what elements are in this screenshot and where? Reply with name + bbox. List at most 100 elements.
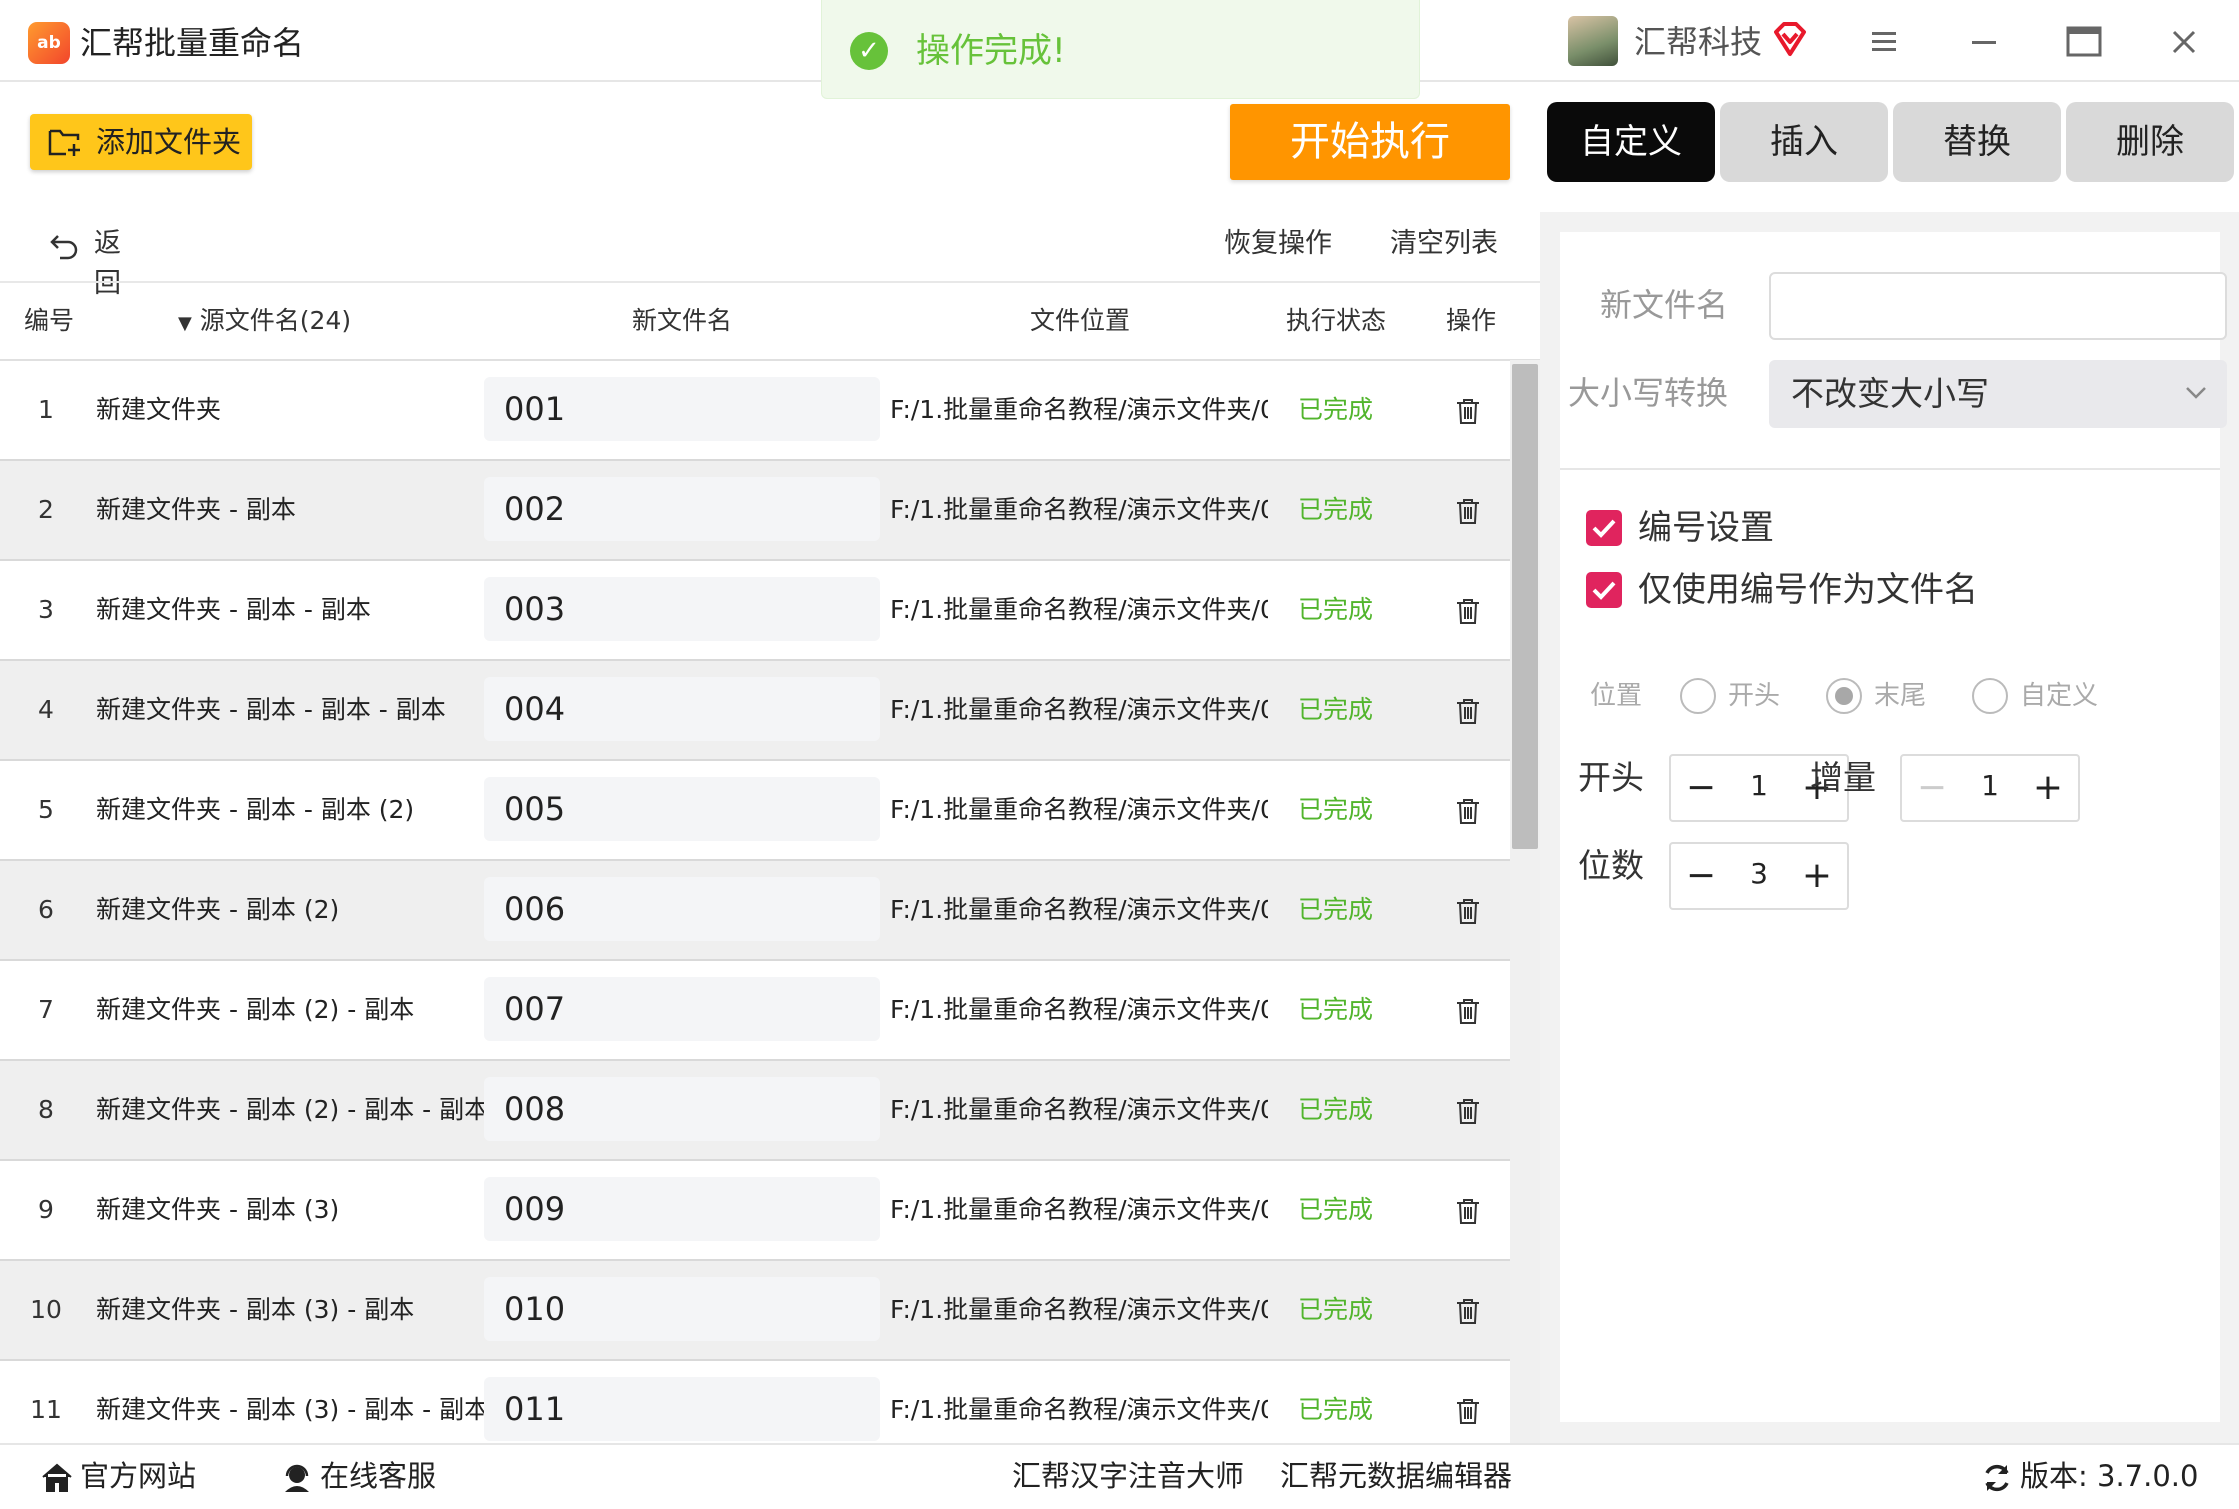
support-label: 在线客服 <box>320 1459 437 1493</box>
table-scrollbar[interactable] <box>1510 360 1540 1443</box>
position-radio-start[interactable] <box>1680 678 1716 714</box>
row-new-name-input[interactable]: 003 <box>484 577 880 641</box>
row-status: 已完成 <box>1298 695 1374 724</box>
case-select[interactable]: 不改变大小写 <box>1769 360 2227 428</box>
case-select-value: 不改变大小写 <box>1791 374 1989 413</box>
row-number: 4 <box>38 695 54 724</box>
minimize-icon[interactable] <box>1962 20 2006 64</box>
table-row[interactable]: 8 新建文件夹 - 副本 (2) - 副本 - 副本 008 F:/1.批量重命名教程… <box>0 1061 1510 1161</box>
header-status: 执行状态 <box>1286 306 1387 335</box>
trash-icon[interactable] <box>1455 1397 1481 1425</box>
tab-replace[interactable]: 替换 <box>1893 102 2061 182</box>
trash-icon[interactable] <box>1455 897 1481 925</box>
trash-icon[interactable] <box>1455 397 1481 425</box>
row-new-name-input[interactable]: 010 <box>484 1277 880 1341</box>
row-new-name-input[interactable]: 011 <box>484 1377 880 1441</box>
row-new-name-input[interactable]: 004 <box>484 677 880 741</box>
row-status: 已完成 <box>1298 595 1374 624</box>
case-label: 大小写转换 <box>1568 374 1729 412</box>
footer-link-metadata[interactable]: 汇帮元数据编辑器 <box>1280 1445 1512 1507</box>
row-source-name: 新建文件夹 - 副本 - 副本 <box>96 595 371 624</box>
user-avatar[interactable] <box>1568 16 1618 66</box>
increment-value[interactable]: 1 <box>1962 756 2018 816</box>
trash-icon[interactable] <box>1455 1197 1481 1225</box>
menu-icon[interactable] <box>1862 20 1906 64</box>
row-new-name-input[interactable]: 002 <box>484 477 880 541</box>
table-row[interactable]: 2 新建文件夹 - 副本 002 F:/1.批量重命名教程/演示文件夹/0(已完成 <box>0 461 1510 561</box>
restore-button[interactable]: 恢复操作 <box>1224 222 1332 266</box>
check-circle-icon: ✓ <box>850 32 888 70</box>
trash-icon[interactable] <box>1455 1097 1481 1125</box>
row-location: F:/1.批量重命名教程/演示文件夹/0( <box>890 1195 1268 1224</box>
panel-divider <box>1560 468 2220 470</box>
table-row[interactable]: 1 新建文件夹 001 F:/1.批量重命名教程/演示文件夹/0(已完成 <box>0 361 1510 461</box>
table-row[interactable]: 10 新建文件夹 - 副本 (3) - 副本 010 F:/1.批量重命名教程/演示文… <box>0 1261 1510 1361</box>
maximize-icon[interactable] <box>2062 20 2106 64</box>
tab-delete[interactable]: 删除 <box>2066 102 2234 182</box>
footer-bar: 官方网站 在线客服 汇帮汉字注音大师 汇帮元数据编辑器 版本: 3.7.0.0 <box>0 1443 2239 1509</box>
row-new-name-input[interactable]: 001 <box>484 377 880 441</box>
row-number: 6 <box>38 895 54 924</box>
row-new-name-input[interactable]: 009 <box>484 1177 880 1241</box>
trash-icon[interactable] <box>1455 1297 1481 1325</box>
table-row[interactable]: 4 新建文件夹 - 副本 - 副本 - 副本 004 F:/1.批量重命名教程/演示文… <box>0 661 1510 761</box>
trash-icon[interactable] <box>1455 797 1481 825</box>
header-location: 文件位置 <box>1030 306 1131 335</box>
settings-panel: 新文件名 大小写转换 不改变大小写 编号设置 仅使用编号作为文件名 位置 开头 … <box>1540 212 2239 1443</box>
version-info[interactable]: 版本: 3.7.0.0 <box>1980 1445 2198 1507</box>
close-icon[interactable] <box>2162 20 2206 64</box>
digits-value[interactable]: 3 <box>1731 844 1787 904</box>
trash-icon[interactable] <box>1455 697 1481 725</box>
company-name[interactable]: 汇帮科技 <box>1634 18 1762 66</box>
row-new-name-input[interactable]: 005 <box>484 777 880 841</box>
row-new-name-input[interactable]: 006 <box>484 877 880 941</box>
add-folder-button[interactable]: 添加文件夹 <box>30 114 252 170</box>
row-status: 已完成 <box>1298 995 1374 1024</box>
clear-list-button[interactable]: 清空列表 <box>1390 222 1498 266</box>
start-button[interactable]: 开始执行 <box>1230 104 1510 180</box>
digits-minus-button[interactable]: − <box>1671 844 1731 908</box>
table-row[interactable]: 3 新建文件夹 - 副本 - 副本 003 F:/1.批量重命名教程/演示文件夹/0(… <box>0 561 1510 661</box>
footer-link-pinyin[interactable]: 汇帮汉字注音大师 <box>1012 1445 1244 1507</box>
position-radio-end[interactable] <box>1826 678 1862 714</box>
table-row[interactable]: 9 新建文件夹 - 副本 (3) 009 F:/1.批量重命名教程/演示文件夹/0(已… <box>0 1161 1510 1261</box>
trash-icon[interactable] <box>1455 597 1481 625</box>
digits-stepper[interactable]: − 3 + <box>1669 842 1849 910</box>
row-status: 已完成 <box>1298 1295 1374 1324</box>
header-source-sort[interactable]: ▼ 源文件名(24) <box>178 283 351 362</box>
increment-stepper[interactable]: − 1 + <box>1900 754 2080 822</box>
position-option-custom[interactable]: 自定义 <box>2020 672 2098 720</box>
website-link[interactable]: 官方网站 <box>40 1445 196 1507</box>
app-title: 汇帮批量重命名 <box>80 24 305 62</box>
vip-diamond-icon[interactable] <box>1770 20 1810 60</box>
row-new-name-input[interactable]: 007 <box>484 977 880 1041</box>
table-row[interactable]: 11 新建文件夹 - 副本 (3) - 副本 - 副本 011 F:/1.批量重命名教… <box>0 1361 1510 1443</box>
increment-minus-button[interactable]: − <box>1902 756 1962 820</box>
only-number-checkbox[interactable] <box>1586 572 1622 608</box>
position-option-end[interactable]: 末尾 <box>1874 672 1926 720</box>
row-new-name-input[interactable]: 008 <box>484 1077 880 1141</box>
folder-add-icon <box>48 129 80 156</box>
position-radio-custom[interactable] <box>1972 678 2008 714</box>
row-source-name: 新建文件夹 - 副本 - 副本 - 副本 <box>96 695 446 724</box>
digits-plus-button[interactable]: + <box>1787 844 1847 908</box>
start-minus-button[interactable]: − <box>1671 756 1731 820</box>
row-source-name: 新建文件夹 - 副本 (2) <box>96 895 340 924</box>
numbering-checkbox[interactable] <box>1586 510 1622 546</box>
tab-insert[interactable]: 插入 <box>1720 102 1888 182</box>
scrollbar-thumb[interactable] <box>1512 364 1538 849</box>
table-row[interactable]: 6 新建文件夹 - 副本 (2) 006 F:/1.批量重命名教程/演示文件夹/0(已… <box>0 861 1510 961</box>
numbering-label[interactable]: 编号设置 <box>1638 508 1774 548</box>
support-link[interactable]: 在线客服 <box>280 1445 436 1507</box>
trash-icon[interactable] <box>1455 997 1481 1025</box>
start-value[interactable]: 1 <box>1731 756 1787 816</box>
table-row[interactable]: 7 新建文件夹 - 副本 (2) - 副本 007 F:/1.批量重命名教程/演示文件… <box>0 961 1510 1061</box>
row-location: F:/1.批量重命名教程/演示文件夹/0( <box>890 595 1268 624</box>
only-number-label[interactable]: 仅使用编号作为文件名 <box>1638 570 1978 610</box>
new-name-input[interactable] <box>1769 272 2227 340</box>
trash-icon[interactable] <box>1455 497 1481 525</box>
increment-plus-button[interactable]: + <box>2018 756 2078 820</box>
position-option-start[interactable]: 开头 <box>1728 672 1780 720</box>
table-row[interactable]: 5 新建文件夹 - 副本 - 副本 (2) 005 F:/1.批量重命名教程/演示文件… <box>0 761 1510 861</box>
tab-custom[interactable]: 自定义 <box>1547 102 1715 182</box>
